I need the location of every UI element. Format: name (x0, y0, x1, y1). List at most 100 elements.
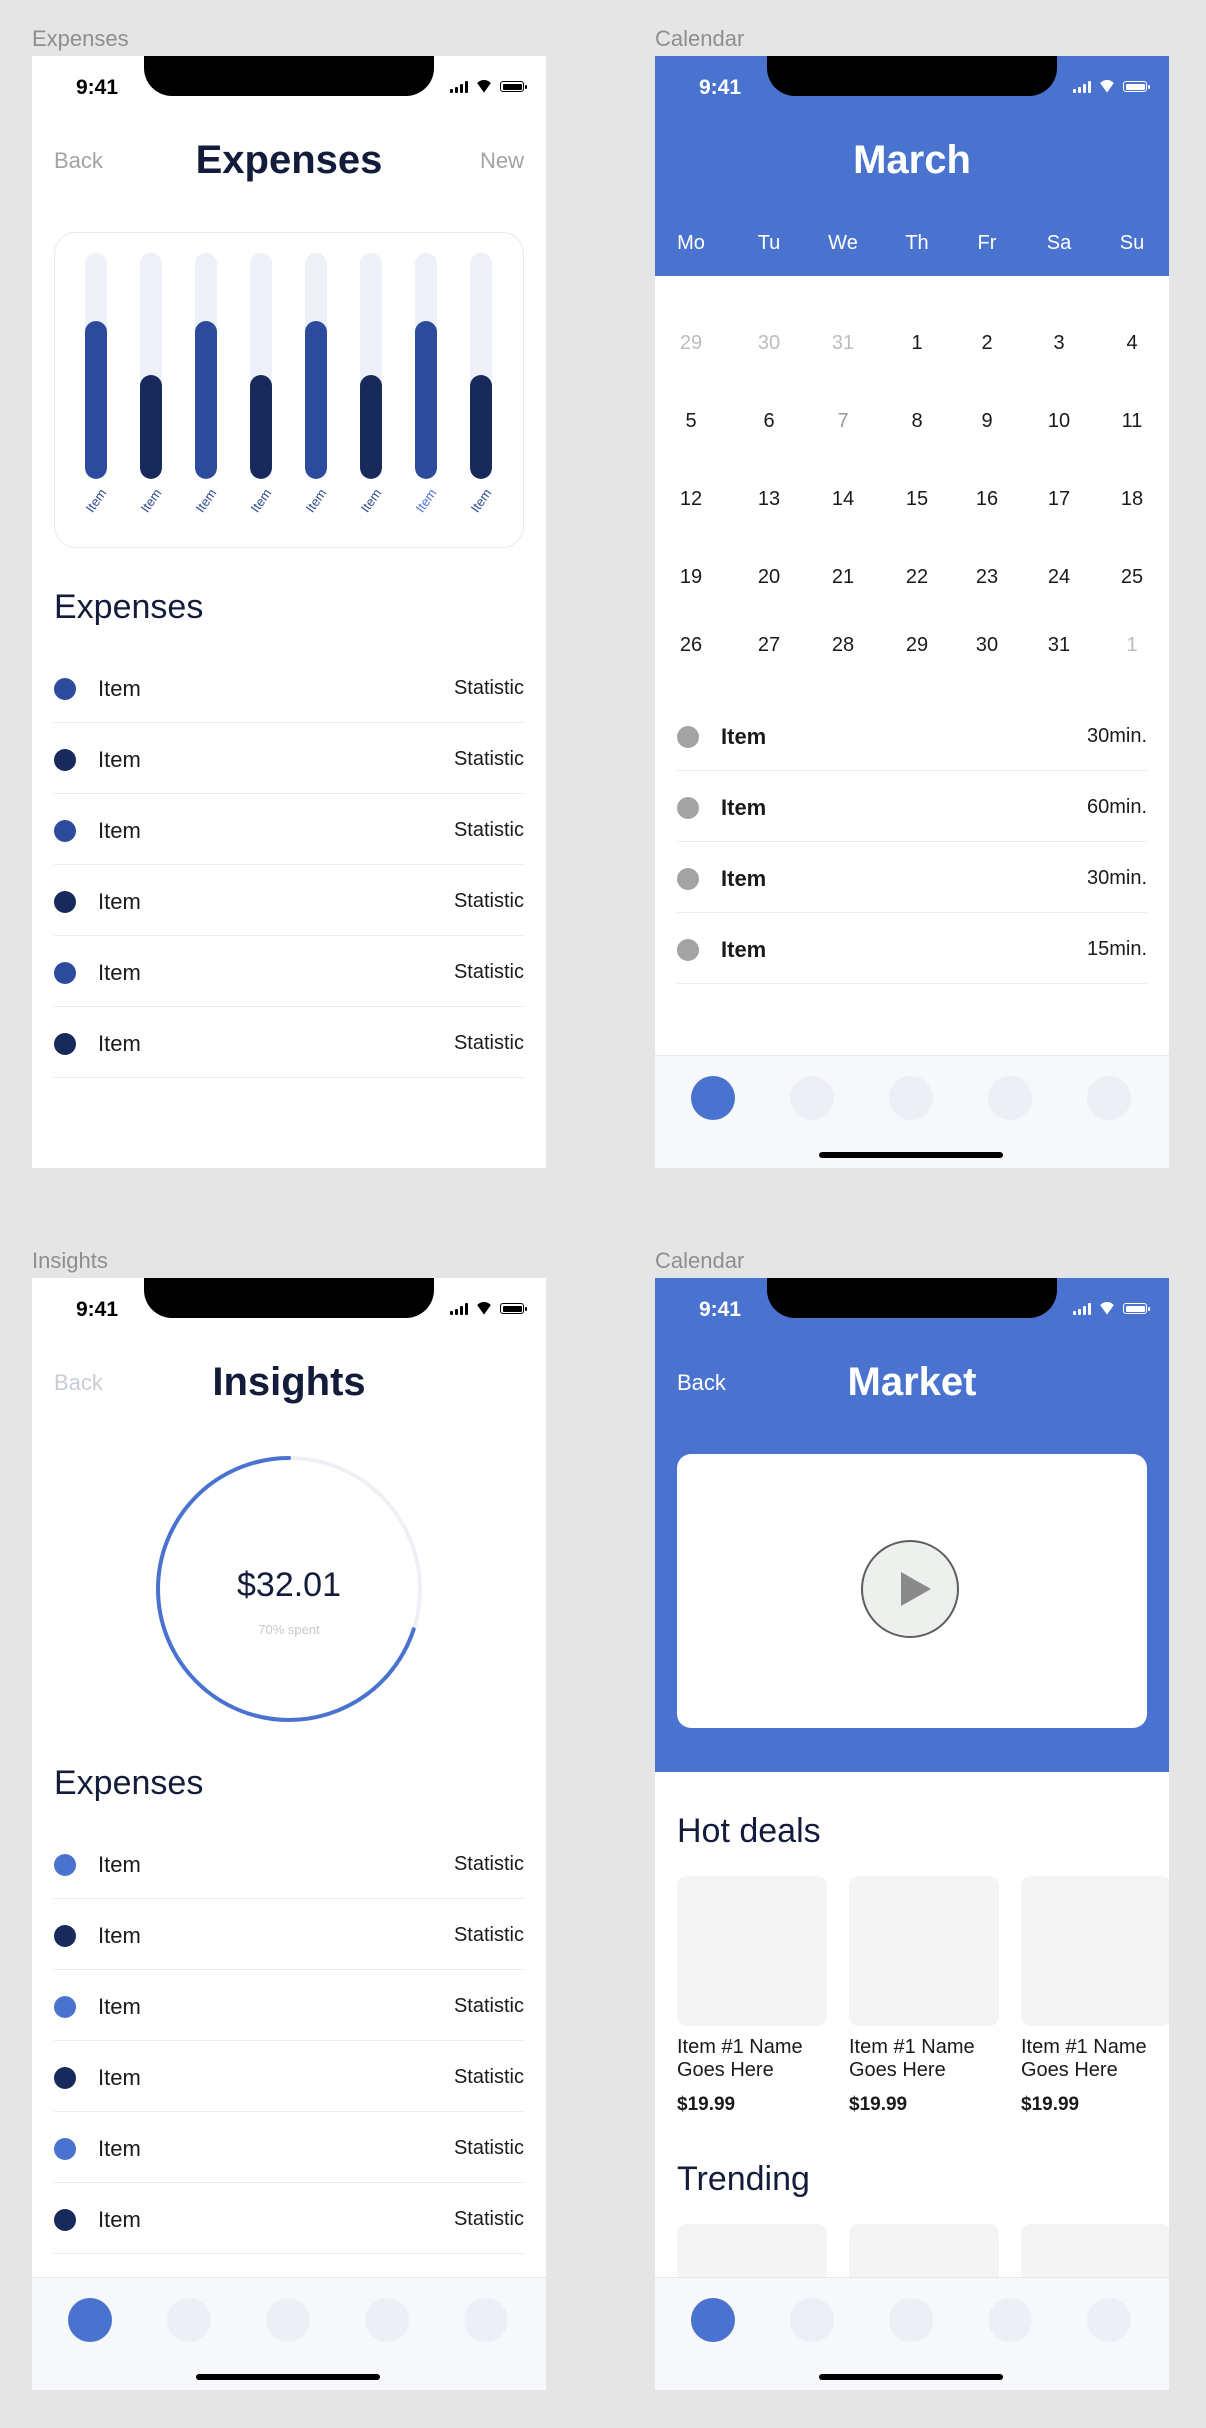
list-item[interactable]: Item Statistic (54, 865, 524, 936)
tab-5[interactable] (1087, 2298, 1131, 2342)
new-button[interactable]: New (480, 148, 524, 174)
tab-3[interactable] (889, 1076, 933, 1120)
tab-2[interactable] (790, 1076, 834, 1120)
event-item[interactable]: Item 30min. (677, 842, 1147, 913)
calendar-day[interactable]: 30 (739, 332, 799, 355)
list-item[interactable]: Item Statistic (54, 723, 524, 794)
list-item[interactable]: Item Statistic (54, 1899, 524, 1970)
cellular-signal-icon (1073, 1302, 1091, 1315)
tab-2[interactable] (790, 2298, 834, 2342)
tab-bar (32, 2277, 546, 2390)
calendar-day[interactable]: 6 (739, 410, 799, 433)
status-dot (54, 891, 76, 913)
list-item[interactable]: Item Statistic (54, 794, 524, 865)
status-dot (54, 2138, 76, 2160)
product-name[interactable]: Item #1 Name Goes Here (849, 2036, 1009, 2082)
product-name[interactable]: Item #1 Name Goes Here (677, 2036, 837, 2082)
calendar-day[interactable]: 1 (1102, 634, 1162, 657)
calendar-day[interactable]: 23 (957, 566, 1017, 589)
calendar-day[interactable]: 27 (739, 634, 799, 657)
calendar-day[interactable]: 24 (1029, 566, 1089, 589)
product-image[interactable] (1021, 1876, 1169, 2026)
product-image[interactable] (849, 1876, 999, 2026)
product-name[interactable]: Item #1 Name Goes Here (1021, 2036, 1169, 2082)
calendar-day[interactable]: 7 (813, 410, 873, 433)
item-statistic: Statistic (453, 1924, 524, 1946)
device-notch (144, 56, 434, 96)
bar-track (85, 253, 107, 479)
tab-2[interactable] (167, 2298, 211, 2342)
status-bar: 9:41 (655, 56, 1169, 116)
tab-home[interactable] (68, 2298, 112, 2342)
battery-icon (1123, 1303, 1150, 1314)
calendar-day[interactable]: 26 (661, 634, 721, 657)
list-item[interactable]: Item Statistic (54, 1828, 524, 1899)
calendar-day[interactable]: 2 (957, 332, 1017, 355)
list-item[interactable]: Item Statistic (54, 1007, 524, 1078)
list-item[interactable]: Item Statistic (54, 652, 524, 723)
calendar-day[interactable]: 13 (739, 488, 799, 511)
calendar-day[interactable]: 16 (957, 488, 1017, 511)
bar-label: Item (357, 485, 385, 516)
product-image[interactable] (677, 1876, 827, 2026)
calendar-day[interactable]: 4 (1102, 332, 1162, 355)
list-item[interactable]: Item Statistic (54, 2112, 524, 2183)
tab-3[interactable] (889, 2298, 933, 2342)
calendar-day[interactable]: 20 (739, 566, 799, 589)
calendar-day[interactable]: 3 (1029, 332, 1089, 355)
bar-track (415, 253, 437, 479)
list-item[interactable]: Item Statistic (54, 1970, 524, 2041)
calendar-day[interactable]: 18 (1102, 488, 1162, 511)
calendar-day[interactable]: 9 (957, 410, 1017, 433)
wifi-icon (1098, 1302, 1116, 1315)
tab-bar (655, 1055, 1169, 1168)
tab-5[interactable] (1087, 1076, 1131, 1120)
cellular-signal-icon (1073, 80, 1091, 93)
tab-home[interactable] (691, 1076, 735, 1120)
calendar-day[interactable]: 30 (957, 634, 1017, 657)
calendar-day[interactable]: 11 (1102, 410, 1162, 433)
video-card[interactable] (677, 1454, 1147, 1728)
calendar-day[interactable]: 19 (661, 566, 721, 589)
tab-4[interactable] (988, 2298, 1032, 2342)
calendar-day[interactable]: 21 (813, 566, 873, 589)
status-dot (54, 678, 76, 700)
tab-3[interactable] (266, 2298, 310, 2342)
calendar-day[interactable]: 31 (813, 332, 873, 355)
tab-home[interactable] (691, 2298, 735, 2342)
item-statistic: Statistic (453, 819, 524, 841)
play-icon[interactable] (861, 1540, 959, 1638)
calendar-day[interactable]: 25 (1102, 566, 1162, 589)
calendar-day[interactable]: 5 (661, 410, 721, 433)
calendar-day[interactable]: 14 (813, 488, 873, 511)
event-item[interactable]: Item 15min. (677, 913, 1147, 984)
bar-track (360, 253, 382, 479)
item-name: Item (98, 1994, 141, 2019)
status-dot (54, 1925, 76, 1947)
bar (140, 375, 162, 479)
calendar-day[interactable]: 15 (887, 488, 947, 511)
calendar-day[interactable]: 22 (887, 566, 947, 589)
tab-4[interactable] (365, 2298, 409, 2342)
market-header: Back Market (655, 1278, 1169, 1772)
list-item[interactable]: Item Statistic (54, 2183, 524, 2254)
list-item[interactable]: Item Statistic (54, 2041, 524, 2112)
event-item[interactable]: Item 30min. (677, 700, 1147, 771)
calendar-day[interactable]: 28 (813, 634, 873, 657)
calendar-day[interactable]: 12 (661, 488, 721, 511)
status-bar: 9:41 (32, 56, 546, 116)
calendar-day[interactable]: 31 (1029, 634, 1089, 657)
calendar-day[interactable]: 29 (661, 332, 721, 355)
event-name: Item (721, 724, 767, 749)
list-item[interactable]: Item Statistic (54, 936, 524, 1007)
calendar-day[interactable]: 1 (887, 332, 947, 355)
calendar-day[interactable]: 10 (1029, 410, 1089, 433)
calendar-day[interactable]: 8 (887, 410, 947, 433)
event-item[interactable]: Item 60min. (677, 771, 1147, 842)
status-dot (54, 1854, 76, 1876)
calendar-day[interactable]: 29 (887, 634, 947, 657)
calendar-day[interactable]: 17 (1029, 488, 1089, 511)
tab-4[interactable] (988, 1076, 1032, 1120)
tab-5[interactable] (464, 2298, 508, 2342)
item-name: Item (98, 1852, 141, 1877)
